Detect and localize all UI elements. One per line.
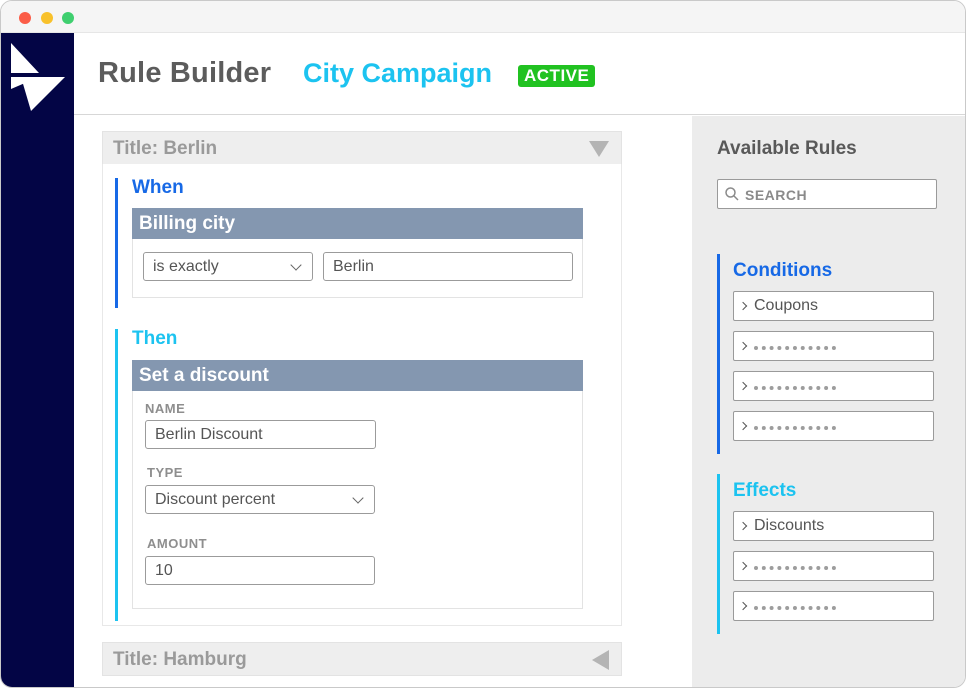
conditions-group-bar (717, 254, 720, 454)
search-icon (725, 187, 739, 201)
placeholder-text (754, 346, 836, 350)
minimize-window-button[interactable] (41, 12, 53, 24)
rule-title: Title: Hamburg (113, 649, 247, 670)
effects-group-bar (717, 474, 720, 634)
triangle-left-icon[interactable] (592, 650, 609, 670)
status-badge: ACTIVE (518, 65, 596, 87)
effect-item[interactable] (733, 591, 934, 621)
rule-header-hamburg[interactable]: Title: Hamburg (102, 642, 622, 676)
search-placeholder: SEARCH (745, 187, 808, 203)
chevron-right-icon (738, 301, 748, 311)
name-field-label: NAME (145, 401, 186, 416)
condition-item[interactable] (733, 331, 934, 361)
amount-field-label: AMOUNT (147, 536, 208, 551)
rules-canvas: Title: Berlin When Billing city is exact… (74, 116, 692, 687)
placeholder-text (754, 426, 836, 430)
chevron-right-icon (738, 601, 748, 611)
condition-item-coupons[interactable]: Coupons (733, 291, 934, 321)
chevron-right-icon (738, 561, 748, 571)
condition-item[interactable] (733, 371, 934, 401)
available-rules-panel: Available Rules SEARCH Conditions Coupon… (692, 116, 965, 687)
close-window-button[interactable] (19, 12, 31, 24)
chevron-right-icon (738, 521, 748, 531)
page-header: Rule Builder City Campaign ACTIVE (74, 33, 965, 115)
rule-header-berlin[interactable]: Title: Berlin (102, 131, 622, 165)
rule-title: Title: Berlin (113, 138, 218, 159)
app-window: Rule Builder City Campaign ACTIVE Title:… (0, 0, 966, 688)
placeholder-text (754, 566, 836, 570)
discount-amount-input[interactable]: 10 (145, 556, 375, 585)
chevron-down-icon (290, 259, 302, 271)
chevron-down-icon (352, 492, 364, 504)
chevron-right-icon (738, 381, 748, 391)
operator-select-value: is exactly (153, 258, 219, 275)
discount-name-input[interactable]: Berlin Discount (145, 420, 376, 449)
chevron-right-icon (738, 341, 748, 351)
condition-item[interactable] (733, 411, 934, 441)
placeholder-text (754, 606, 836, 610)
condition-card-header: Billing city (132, 208, 583, 239)
when-label: When (132, 177, 184, 198)
when-section-bar (115, 178, 118, 308)
triangle-down-icon[interactable] (589, 141, 609, 157)
placeholder-text (754, 386, 836, 390)
chevron-right-icon (738, 421, 748, 431)
conditions-group-title: Conditions (733, 260, 833, 281)
effect-item[interactable] (733, 551, 934, 581)
condition-card-body: is exactly Berlin (132, 239, 583, 298)
effect-card-body: NAME Berlin Discount TYPE Discount perce… (132, 391, 583, 609)
then-label: Then (132, 328, 178, 349)
effect-item-label: Discounts (754, 517, 825, 534)
then-section-bar (115, 329, 118, 621)
condition-item-label: Coupons (754, 297, 819, 314)
campaign-name: City Campaign (303, 58, 493, 88)
window-titlebar (1, 1, 965, 33)
effect-item-discounts[interactable]: Discounts (733, 511, 934, 541)
nav-sidebar (1, 33, 74, 687)
discount-type-value: Discount percent (155, 491, 276, 508)
available-rules-title: Available Rules (717, 138, 857, 159)
logo-icon[interactable] (11, 43, 67, 111)
rule-body-berlin: When Billing city is exactly Berlin Then… (102, 164, 622, 626)
operator-select[interactable]: is exactly (143, 252, 313, 281)
type-field-label: TYPE (147, 465, 183, 480)
discount-type-select[interactable]: Discount percent (145, 485, 375, 514)
condition-value-input[interactable]: Berlin (323, 252, 573, 281)
search-input[interactable]: SEARCH (717, 179, 937, 209)
maximize-window-button[interactable] (62, 12, 74, 24)
effect-card-header: Set a discount (132, 360, 583, 391)
effects-group-title: Effects (733, 480, 797, 501)
page-title: Rule Builder (98, 57, 272, 89)
